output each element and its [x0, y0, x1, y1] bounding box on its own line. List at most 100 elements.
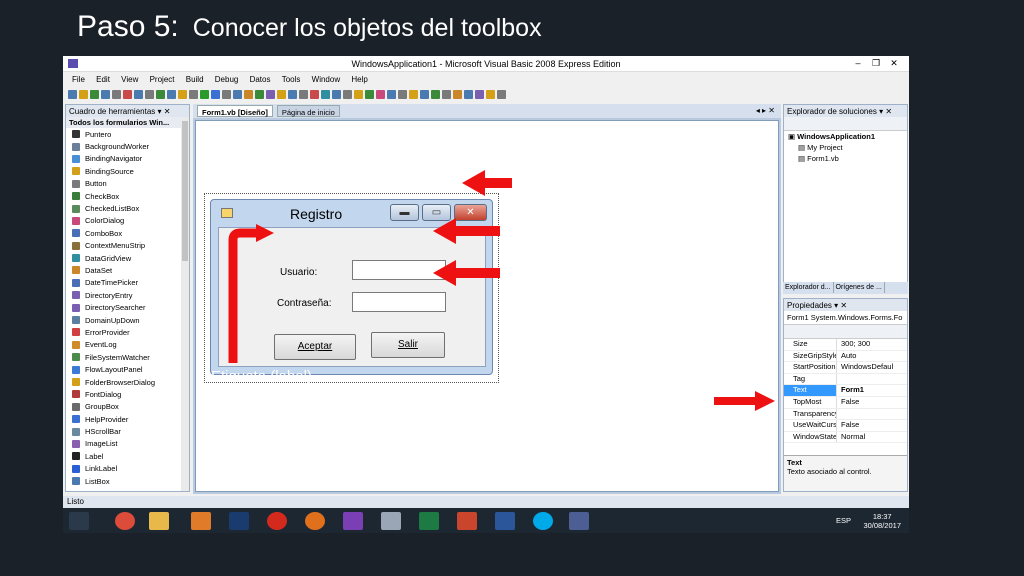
pin-icon[interactable]: ▾ ✕: [879, 107, 892, 116]
toolbox-scroll-thumb[interactable]: [182, 121, 188, 261]
form-maximize-button[interactable]: ▭: [422, 204, 451, 221]
taskbar-clock[interactable]: 18:37 30/08/2017: [863, 512, 901, 530]
toolbar-button-icon[interactable]: [255, 90, 264, 99]
toolbar-button-icon[interactable]: [376, 90, 385, 99]
toolbar-button-icon[interactable]: [200, 90, 209, 99]
toolbar-button-icon[interactable]: [178, 90, 187, 99]
toolbox-item-combobox[interactable]: ComboBox: [66, 227, 189, 239]
close-icon[interactable]: ✕: [885, 58, 903, 69]
maximize-icon[interactable]: ❐: [867, 58, 885, 69]
toolbox-scrollbar[interactable]: [181, 117, 189, 491]
toolbox-item-listbox[interactable]: ListBox: [66, 475, 189, 487]
property-row-topmost[interactable]: TopMost False: [784, 396, 907, 409]
powerpoint-icon[interactable]: [457, 512, 477, 530]
menu-help[interactable]: Help: [351, 75, 367, 84]
chrome-icon[interactable]: [115, 512, 135, 530]
property-row-text[interactable]: Text Form1: [784, 385, 907, 397]
toolbox-item-label[interactable]: Label: [66, 450, 189, 462]
menu-datos[interactable]: Datos: [250, 75, 271, 84]
file-explorer-icon[interactable]: [149, 512, 169, 530]
toolbar-button-icon[interactable]: [321, 90, 330, 99]
toolbar-button-icon[interactable]: [277, 90, 286, 99]
firefox-icon[interactable]: [305, 512, 325, 530]
minimize-icon[interactable]: –: [849, 58, 867, 68]
button-salir[interactable]: Salir: [371, 332, 445, 358]
toolbar-button-icon[interactable]: [68, 90, 77, 99]
word-icon[interactable]: [495, 512, 515, 530]
property-row-sizegripstyle[interactable]: SizeGripStyle Auto: [784, 350, 907, 363]
property-value[interactable]: [836, 373, 907, 385]
toolbox-item-bindingnavigator[interactable]: BindingNavigator: [66, 153, 189, 165]
toolbar-button-icon[interactable]: [420, 90, 429, 99]
excel-icon[interactable]: [419, 512, 439, 530]
toolbox-item-errorprovider[interactable]: ErrorProvider: [66, 326, 189, 338]
toolbar-button-icon[interactable]: [310, 90, 319, 99]
toolbar-button-icon[interactable]: [167, 90, 176, 99]
toolbar-button-icon[interactable]: [475, 90, 484, 99]
tab-solution-explorer[interactable]: Explorador d...: [783, 282, 834, 293]
tab-data-sources[interactable]: Orígenes de ...: [834, 282, 885, 293]
toolbox-item-imagelist[interactable]: ImageList: [66, 438, 189, 450]
textbox-contrasena[interactable]: [352, 292, 446, 312]
property-row-usewaitcursor[interactable]: UseWaitCursorFalse: [784, 420, 907, 432]
toolbox-group[interactable]: Todos los formularios Win...: [66, 117, 189, 128]
toolbar-button-icon[interactable]: [332, 90, 341, 99]
toolbox-item-flowlayoutpanel[interactable]: FlowLayoutPanel: [66, 363, 189, 375]
pin-icon[interactable]: ▾ ✕: [158, 107, 171, 116]
toolbar-button-icon[interactable]: [90, 90, 99, 99]
pin-icon[interactable]: ▾ ✕: [834, 301, 847, 310]
property-row-startposition[interactable]: StartPosition WindowsDefaul: [784, 362, 907, 374]
toolbar-button-icon[interactable]: [354, 90, 363, 99]
toolbox-item-colordialog[interactable]: ColorDialog: [66, 215, 189, 227]
property-value[interactable]: 300; 300: [836, 339, 907, 350]
menu-tools[interactable]: Tools: [282, 75, 301, 84]
menu-edit[interactable]: Edit: [96, 75, 110, 84]
toolbar-button-icon[interactable]: [409, 90, 418, 99]
toolbar-button-icon[interactable]: [497, 90, 506, 99]
toolbox-item-domainupdown[interactable]: DomainUpDown: [66, 314, 189, 326]
menu-file[interactable]: File: [72, 75, 85, 84]
toolbar-button-icon[interactable]: [453, 90, 462, 99]
toolbox-item-button[interactable]: Button: [66, 178, 189, 190]
tree-project[interactable]: ▣ WindowsApplication1: [784, 131, 907, 142]
toolbox-item-dataset[interactable]: DataSet: [66, 264, 189, 276]
photoshop-icon[interactable]: [229, 512, 249, 530]
property-row-size[interactable]: Size 300; 300: [784, 339, 907, 351]
toolbar-button-icon[interactable]: [387, 90, 396, 99]
toolbar-button-icon[interactable]: [486, 90, 495, 99]
property-value[interactable]: Form1: [836, 385, 907, 396]
skype-icon[interactable]: [533, 512, 553, 530]
property-value[interactable]: False: [836, 396, 907, 408]
toolbox-item-groupbox[interactable]: GroupBox: [66, 401, 189, 413]
toolbox-item-puntero[interactable]: Puntero: [66, 128, 189, 140]
toolbar-button-icon[interactable]: [112, 90, 121, 99]
menu-window[interactable]: Window: [312, 75, 340, 84]
toolbar-button-icon[interactable]: [101, 90, 110, 99]
form-registro[interactable]: Registro ▬ ▭ ✕ Usuario: Contraseña: Acep…: [210, 199, 493, 375]
toolbox-item-directoryentry[interactable]: DirectoryEntry: [66, 289, 189, 301]
label-usuario[interactable]: Usuario:: [280, 267, 317, 278]
toolbar-button-icon[interactable]: [79, 90, 88, 99]
tab-start-page[interactable]: Página de inicio: [276, 105, 340, 117]
button-aceptar[interactable]: Aceptar: [274, 334, 356, 360]
menu-debug[interactable]: Debug: [215, 75, 239, 84]
toolbar-button-icon[interactable]: [211, 90, 220, 99]
language-indicator[interactable]: ESP: [836, 516, 851, 525]
toolbox-item-fontdialog[interactable]: FontDialog: [66, 388, 189, 400]
toolbox-item-hscrollbar[interactable]: HScrollBar: [66, 425, 189, 437]
tab-form-design[interactable]: Form1.vb [Diseño]: [197, 105, 273, 117]
toolbox-item-bindingsource[interactable]: BindingSource: [66, 165, 189, 177]
label-contrasena[interactable]: Contraseña:: [277, 298, 331, 309]
toolbar-button-icon[interactable]: [266, 90, 275, 99]
property-row-tag[interactable]: Tag: [784, 373, 907, 386]
visual-studio-icon[interactable]: [343, 512, 363, 530]
toolbox-item-linklabel[interactable]: LinkLabel: [66, 463, 189, 475]
menu-project[interactable]: Project: [150, 75, 175, 84]
property-value[interactable]: Auto: [836, 350, 907, 362]
toolbar-button-icon[interactable]: [145, 90, 154, 99]
form-minimize-button[interactable]: ▬: [390, 204, 419, 221]
toolbar-button-icon[interactable]: [244, 90, 253, 99]
toolbox-item-eventlog[interactable]: EventLog: [66, 339, 189, 351]
property-row-transparencyk[interactable]: TransparencyK: [784, 408, 907, 421]
toolbox-item-datetimepicker[interactable]: DateTimePicker: [66, 277, 189, 289]
